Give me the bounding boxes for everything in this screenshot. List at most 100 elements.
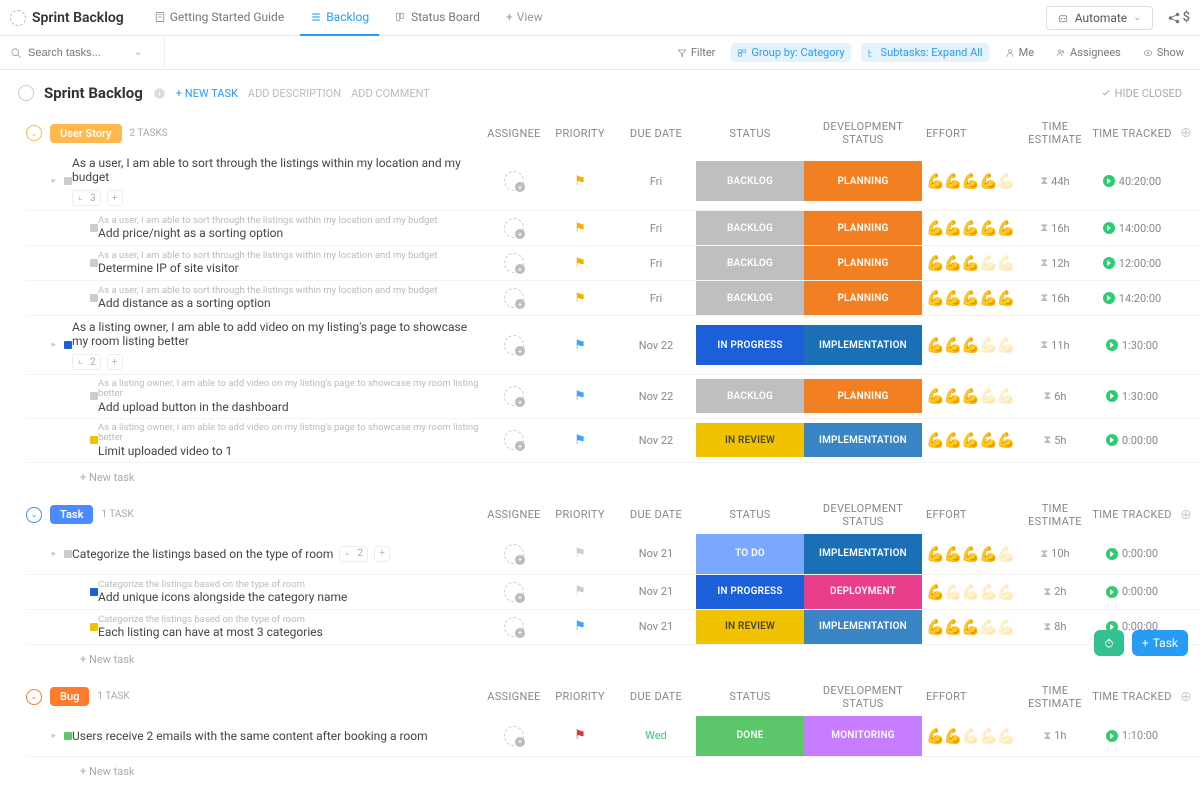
status-cell[interactable]: BACKLOG [696, 246, 804, 280]
status-cell[interactable]: IN REVIEW [696, 423, 804, 457]
new-task-row[interactable]: + New task [26, 645, 1200, 670]
priority-cell[interactable]: ⚑ [544, 256, 616, 271]
info-icon[interactable]: i [153, 87, 166, 100]
add-desc-link[interactable]: ADD DESCRIPTION [248, 87, 341, 100]
due-date-cell[interactable]: Fri [616, 175, 696, 188]
assignee-cell[interactable] [484, 253, 544, 273]
priority-cell[interactable]: ⚑ [544, 389, 616, 404]
task-main[interactable]: As a listing owner, I am able to add vid… [98, 375, 484, 418]
task-row[interactable]: ▸Users receive 2 emails with the same co… [26, 716, 1200, 757]
tracked-cell[interactable]: 1:30:00 [1092, 339, 1172, 352]
assignee-cell[interactable] [484, 430, 544, 450]
list-status-icon[interactable] [18, 85, 34, 101]
task-row[interactable]: As a listing owner, I am able to add vid… [26, 419, 1200, 463]
subtask-count[interactable]: 3 [72, 190, 101, 206]
filter-button[interactable]: Filter [671, 43, 722, 62]
task-row[interactable]: ▸As a user, I am able to sort through th… [26, 152, 1200, 211]
me-button[interactable]: Me [999, 43, 1040, 62]
collapse-icon[interactable]: ⌄ [26, 507, 42, 523]
row-handle[interactable]: ▸ [26, 340, 72, 350]
subtask-count[interactable]: 2 [339, 546, 368, 562]
task-row[interactable]: As a user, I am able to sort through the… [26, 211, 1200, 246]
tab-status-board[interactable]: Status Board [385, 0, 490, 36]
col-status[interactable]: STATUS [696, 508, 804, 521]
effort-cell[interactable]: 💪💪💪💪💪 [922, 172, 1018, 190]
add-column-button[interactable]: ⊕ [1172, 125, 1200, 141]
due-date-cell[interactable]: Fri [616, 222, 696, 235]
timer-button[interactable] [1094, 630, 1124, 656]
tracked-cell[interactable]: 0:00:00 [1092, 434, 1172, 447]
status-cell[interactable]: IN PROGRESS [696, 325, 804, 365]
due-date-cell[interactable]: Nov 21 [616, 620, 696, 633]
add-view[interactable]: + View [496, 0, 553, 36]
priority-cell[interactable]: ⚑ [544, 546, 616, 561]
task-title[interactable]: As a listing owner, I am able to add vid… [72, 320, 484, 370]
task-main[interactable]: Categorize the listings based on the typ… [98, 611, 484, 643]
col-priority[interactable]: PRIORITY [544, 508, 616, 521]
effort-cell[interactable]: 💪💪💪💪💪 [922, 431, 1018, 449]
effort-cell[interactable]: 💪💪💪💪💪 [922, 387, 1018, 405]
status-cell[interactable]: BACKLOG [696, 161, 804, 201]
estimate-cell[interactable]: ⧗16h [1018, 221, 1092, 235]
estimate-cell[interactable]: ⧗44h [1018, 174, 1092, 188]
breadcrumb-title[interactable]: Sprint Backlog [32, 10, 124, 26]
group-pill[interactable]: User Story [50, 124, 122, 143]
tracked-cell[interactable]: 14:20:00 [1092, 292, 1172, 305]
status-cell[interactable]: BACKLOG [696, 211, 804, 245]
col-due date[interactable]: DUE DATE [616, 690, 696, 703]
add-subtask[interactable]: + [107, 354, 123, 370]
col-time estimate[interactable]: TIME ESTIMATE [1018, 120, 1092, 146]
tracked-cell[interactable]: 1:10:00 [1092, 729, 1172, 742]
assignee-cell[interactable] [484, 617, 544, 637]
task-title[interactable]: Add distance as a sorting option [98, 296, 484, 310]
due-date-cell[interactable]: Nov 22 [616, 390, 696, 403]
subtasks-button[interactable]: Subtasks: Expand All [861, 43, 989, 62]
tab-getting-started[interactable]: Getting Started Guide [144, 0, 294, 36]
hide-closed-button[interactable]: HIDE CLOSED [1101, 87, 1182, 100]
row-handle[interactable] [26, 436, 98, 444]
assignee-cell[interactable] [484, 218, 544, 238]
task-row[interactable]: Categorize the listings based on the typ… [26, 610, 1200, 645]
assignee-cell[interactable] [484, 386, 544, 406]
due-date-cell[interactable]: Nov 21 [616, 585, 696, 598]
collapse-icon[interactable]: ⌄ [26, 689, 42, 705]
col-due date[interactable]: DUE DATE [616, 508, 696, 521]
estimate-cell[interactable]: ⧗12h [1018, 256, 1092, 270]
task-title[interactable]: Add price/night as a sorting option [98, 226, 484, 240]
dev-status-cell[interactable]: PLANNING [804, 211, 922, 245]
task-title[interactable]: Users receive 2 emails with the same con… [72, 729, 484, 743]
task-main[interactable]: As a listing owner, I am able to add vid… [98, 419, 484, 462]
add-subtask[interactable]: + [374, 546, 390, 562]
task-row[interactable]: As a user, I am able to sort through the… [26, 281, 1200, 316]
groupby-button[interactable]: Group by: Category [731, 43, 850, 62]
priority-cell[interactable]: ⚑ [544, 174, 616, 189]
task-main[interactable]: Categorize the listings based on the typ… [98, 576, 484, 608]
col-development status[interactable]: DEVELOPMENT STATUS [804, 502, 922, 528]
tracked-cell[interactable]: 12:00:00 [1092, 257, 1172, 270]
estimate-cell[interactable]: ⧗16h [1018, 291, 1092, 305]
chevron-down-icon[interactable]: ⌄ [134, 47, 142, 58]
col-time tracked[interactable]: TIME TRACKED [1092, 127, 1172, 140]
row-handle[interactable]: ▸ [26, 731, 72, 741]
priority-cell[interactable]: ⚑ [544, 584, 616, 599]
col-time estimate[interactable]: TIME ESTIMATE [1018, 502, 1092, 528]
list-title[interactable]: Sprint Backlog [44, 84, 143, 102]
task-title[interactable]: Limit uploaded video to 1 [98, 444, 484, 458]
col-effort[interactable]: EFFORT [922, 690, 1018, 703]
tracked-cell[interactable]: 14:00:00 [1092, 222, 1172, 235]
search-input[interactable] [28, 47, 128, 59]
col-status[interactable]: STATUS [696, 690, 804, 703]
effort-cell[interactable]: 💪💪💪💪💪 [922, 289, 1018, 307]
due-date-cell[interactable]: Wed [616, 729, 696, 742]
add-subtask[interactable]: + [107, 190, 123, 206]
task-row[interactable]: Categorize the listings based on the typ… [26, 575, 1200, 610]
row-handle[interactable]: ▸ [26, 549, 72, 559]
task-row[interactable]: As a user, I am able to sort through the… [26, 246, 1200, 281]
tracked-cell[interactable]: 0:00:00 [1092, 547, 1172, 560]
assignee-cell[interactable] [484, 335, 544, 355]
assignee-cell[interactable] [484, 726, 544, 746]
add-column-button[interactable]: ⊕ [1172, 507, 1200, 523]
status-cell[interactable]: TO DO [696, 534, 804, 574]
row-handle[interactable] [26, 259, 98, 267]
collapse-icon[interactable]: ⌄ [26, 125, 42, 141]
